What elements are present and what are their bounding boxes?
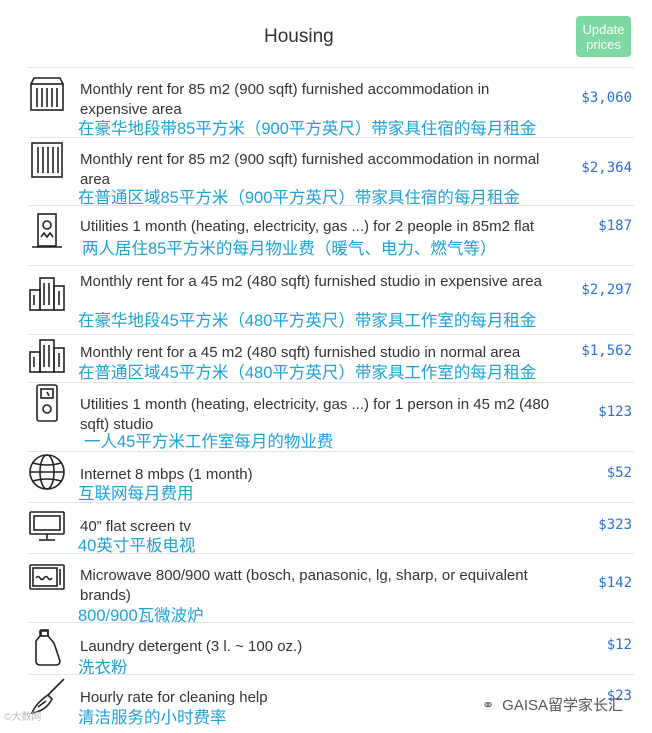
item-translation: 在豪华地段带85平方米（900平方英尺）带家具住宿的每月租金 (78, 120, 537, 138)
list-item: Monthly rent for 85 m2 (900 sqft) furnis… (28, 137, 634, 207)
tv-icon (28, 507, 66, 545)
item-translation: 互联网每月费用 (78, 485, 194, 503)
item-description: Laundry detergent (3 l. ~ 100 oz.) (80, 638, 303, 655)
list-item: Laundry detergent (3 l. ~ 100 oz.) 洗衣粉 $… (28, 622, 634, 677)
globe-icon (28, 453, 66, 491)
list-item: Utilities 1 month (heating, electricity,… (28, 205, 634, 265)
apartment-building-icon (28, 74, 66, 112)
item-description: Utilities 1 month (heating, electricity,… (80, 218, 535, 235)
item-price: $323 (598, 517, 632, 533)
utility-meter-icon (28, 212, 66, 250)
item-description: Monthly rent for 85 m2 (900 sqft) furnis… (80, 81, 490, 118)
item-description: Microwave 800/900 watt (bosch, panasonic… (80, 567, 528, 604)
city-buildings-icon (28, 274, 66, 312)
list-item: 40” flat screen tv 40英寸平板电视 $323 (28, 502, 634, 555)
watermark-text: GAISA留学家长汇 (502, 697, 624, 714)
wechat-icon: ⚭ (481, 697, 495, 714)
office-building-icon (28, 141, 66, 179)
item-price: $187 (598, 218, 632, 234)
item-translation: 两人居住85平方米的每月物业费（暖气、电力、燃气等） (82, 240, 497, 258)
item-description: Monthly rent for a 45 m2 (480 sqft) furn… (80, 273, 542, 290)
item-price: $12 (606, 637, 632, 653)
item-description: 40” flat screen tv (80, 518, 191, 535)
list-item: Monthly rent for 85 m2 (900 sqft) furnis… (28, 67, 634, 138)
watermark: ⚭ GAISA留学家长汇 (478, 694, 623, 715)
item-description: Internet 8 mbps (1 month) (80, 466, 253, 483)
item-price: $142 (598, 575, 632, 591)
item-description: Utilities 1 month (heating, electricity,… (80, 396, 550, 433)
item-price: $1,562 (581, 343, 632, 359)
list-item: Utilities 1 month (heating, electricity,… (28, 382, 634, 451)
page-title: Housing (264, 26, 334, 47)
item-price: $2,297 (581, 282, 632, 298)
corner-watermark: ©大数网 (4, 712, 42, 723)
item-translation: 在普通区域45平方米（480平方英尺）带家具工作室的每月租金 (78, 364, 537, 382)
electric-meter-icon (28, 384, 66, 422)
item-price: $3,060 (581, 90, 632, 106)
list-item: Internet 8 mbps (1 month) 互联网每月费用 $52 (28, 451, 634, 503)
city-buildings-icon (28, 336, 66, 374)
list-item: Monthly rent for a 45 m2 (480 sqft) furn… (28, 334, 634, 382)
microwave-icon (28, 558, 66, 596)
header: Housing Update prices (0, 0, 652, 66)
list-item: Microwave 800/900 watt (bosch, panasonic… (28, 553, 634, 625)
update-prices-button[interactable]: Update prices (576, 16, 631, 57)
item-description: Monthly rent for a 45 m2 (480 sqft) furn… (80, 344, 521, 361)
item-translation: 一人45平方米工作室每月的物业费 (84, 433, 334, 451)
item-price: $2,364 (581, 160, 632, 176)
item-translation: 在豪华地段45平方米（480平方英尺）带家具工作室的每月租金 (78, 312, 537, 330)
item-translation: 清洁服务的小时费率 (78, 709, 227, 727)
item-price: $52 (606, 465, 632, 481)
item-price: $123 (598, 404, 632, 420)
item-description: Monthly rent for 85 m2 (900 sqft) furnis… (80, 151, 540, 188)
detergent-bottle-icon (28, 629, 66, 667)
list-item: Monthly rent for a 45 m2 (480 sqft) furn… (28, 265, 634, 334)
